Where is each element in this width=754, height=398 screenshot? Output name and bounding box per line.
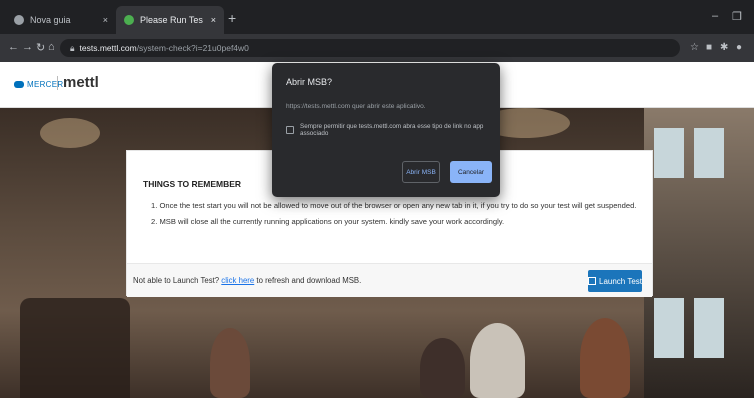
person-figure [470, 323, 525, 398]
footer-prefix: Not able to Launch Test? [133, 276, 220, 285]
window-decoration [644, 108, 754, 398]
footer-suffix: to refresh and download MSB. [256, 276, 362, 285]
dialog-message: https://tests.mettl.com quer abrir este … [286, 103, 426, 110]
star-icon[interactable]: ☆ [690, 42, 699, 53]
launch-test-button[interactable]: Launch Test [588, 270, 642, 292]
browser-toolbar: ← → ↻ ⌂ 🔒︎ tests.mettl.com /system-check… [0, 34, 754, 62]
always-allow-checkbox[interactable]: Sempre permitir que tests.mettl.com abra… [286, 123, 500, 137]
window-pane [694, 298, 724, 358]
extension-icon[interactable]: ■ [706, 42, 712, 53]
list-item: 1. Once the test start you will not be a… [151, 201, 637, 210]
window-pane [654, 298, 684, 358]
cancel-button[interactable]: Cancelar [450, 161, 492, 183]
lock-icon: 🔒︎ [70, 42, 75, 53]
mercer-logo-mark-icon [14, 81, 24, 88]
globe-icon [14, 15, 24, 25]
mettl-favicon-icon [124, 15, 134, 25]
address-bar[interactable]: 🔒︎ tests.mettl.com /system-check?i=21u0p… [60, 39, 680, 57]
window-pane [694, 128, 724, 178]
mettl-logo: mettl [57, 74, 99, 91]
click-here-link[interactable]: click here [221, 276, 254, 285]
launch-test-label: Launch Test [599, 276, 642, 286]
external-launch-icon [588, 277, 596, 285]
home-icon[interactable]: ⌂ [48, 41, 55, 53]
tab-active-test[interactable]: Please Run Test in MSB × [116, 6, 224, 34]
tab-label: Nova guia [30, 15, 71, 25]
profile-icon[interactable]: ● [736, 42, 742, 53]
browser-tab-bar: Nova guia × Please Run Test in MSB × + –… [0, 0, 754, 34]
open-msb-button[interactable]: Abrir MSB [402, 161, 440, 183]
url-path: /system-check?i=21u0pef4w0 [136, 43, 249, 53]
person-figure [210, 328, 250, 398]
close-tab-icon[interactable]: × [211, 15, 216, 25]
jar-decoration [20, 298, 130, 398]
window-pane [654, 128, 684, 178]
card-footer: Not able to Launch Test? click here to r… [127, 263, 652, 297]
restore-button[interactable]: ❐ [732, 10, 742, 23]
close-tab-icon[interactable]: × [103, 15, 108, 25]
footer-message: Not able to Launch Test? click here to r… [133, 276, 361, 285]
open-app-dialog: Abrir MSB? https://tests.mettl.com quer … [272, 63, 500, 197]
person-figure [420, 338, 465, 398]
checkbox-label: Sempre permitir que tests.mettl.com abra… [300, 123, 484, 137]
mettl-logo-text: mettl [63, 74, 99, 91]
list-item: 2. MSB will close all the currently runn… [151, 217, 505, 226]
minimize-button[interactable]: – [712, 10, 718, 22]
reload-icon[interactable]: ↻ [36, 41, 45, 54]
url-host: tests.mettl.com [79, 43, 137, 53]
forward-arrow-icon[interactable]: → [22, 41, 33, 53]
tab-new-tab[interactable]: Nova guia × [6, 6, 116, 34]
checkbox-square[interactable] [286, 126, 294, 134]
puzzle-icon[interactable]: ✱ [720, 42, 728, 53]
person-figure [580, 318, 630, 398]
card-title: THINGS TO REMEMBER [143, 179, 242, 189]
instructions-list: 1. Once the test start you will not be a… [143, 201, 643, 233]
logo-divider [57, 76, 58, 90]
new-tab-button[interactable]: + [228, 10, 236, 26]
dialog-title: Abrir MSB? [286, 77, 333, 87]
tab-label: Please Run Test in MSB [140, 15, 203, 25]
lamp-decoration [40, 118, 100, 148]
back-arrow-icon[interactable]: ← [8, 41, 19, 53]
